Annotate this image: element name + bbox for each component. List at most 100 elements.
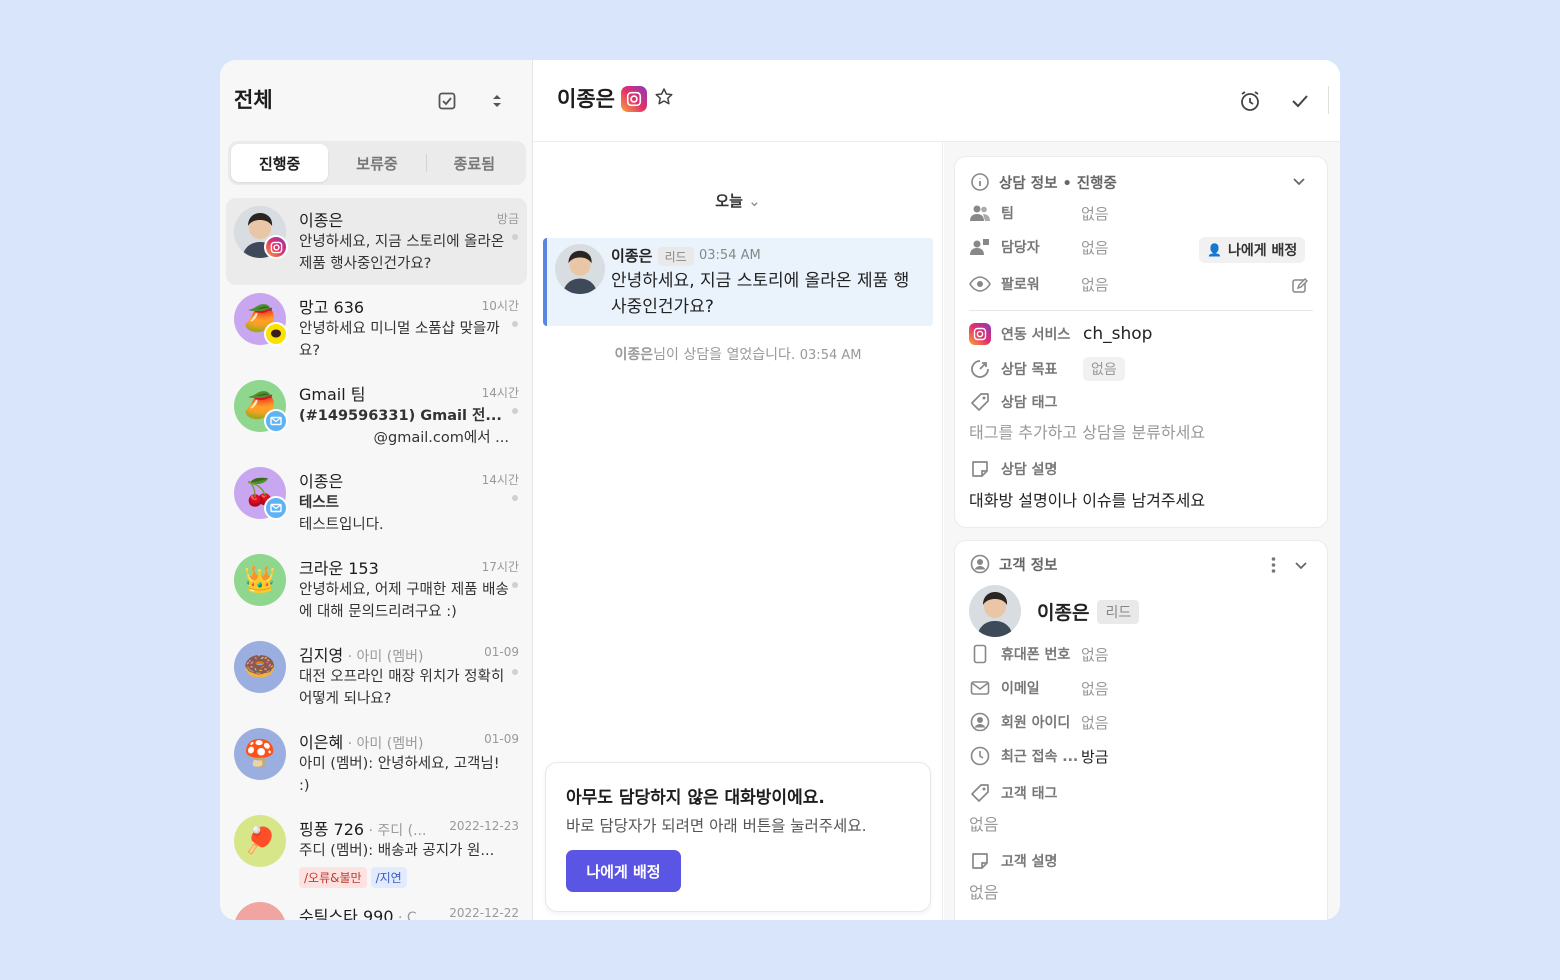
item-name: 수틱스타 990 · C... [299,903,430,920]
item-time: 2022-12-22 [449,906,519,920]
phone-value[interactable]: 없음 [1081,644,1109,665]
list-item[interactable]: 👑 크라운 153 17시간 안녕하세요, 어제 구매한 제품 배송에 대해 문… [226,546,527,633]
assignee-label: 담당자 [1001,240,1040,256]
divider [969,310,1313,311]
chat-header: 이종은 [533,60,1340,142]
instagram-icon [264,235,288,259]
customer-info-card: 고객 정보 이종은 리드 휴대폰 번호 없음 이메일 없음 회원 아이디 없음 … [954,540,1328,920]
email-icon [264,409,288,433]
system-time: 03:54 AM [799,348,862,363]
assignee-value[interactable]: 없음 [1081,237,1109,258]
date-divider[interactable]: 오늘 ⌄ [533,190,943,211]
alarm-icon[interactable] [1235,86,1265,116]
list-item[interactable]: 🍒 이종은 14시간 테스트 테스트입니다. [226,459,527,546]
card-title: 상담 정보 • 진행중 [999,175,1117,192]
item-snippet: @gmail.com에서 ... [373,430,509,446]
customer-desc-value[interactable]: 없음 [969,879,998,903]
item-assignee: · C... [393,910,430,920]
tab-on-hold[interactable]: 보류중 [328,144,425,182]
item-name-text: 김지영 [299,646,344,665]
item-name-text: 수틱스타 990 [299,907,394,920]
item-subject: 테스트 [299,495,340,511]
mail-icon [969,677,991,699]
item-preview: 안녕하세요 미니멀 소품샵 맞을까요? [299,321,500,359]
tag-chip[interactable]: /오류&불만 [299,867,367,888]
list-item[interactable]: 🍄 이은혜 · 아미 (멤버) 01-09 아미 (멤버): 안녕하세요, 고객… [226,720,527,807]
avatar [969,585,1021,637]
role-badge: 리드 [657,247,694,266]
item-name: 망고 636 [299,298,365,317]
customer-name-row: 이종은 리드 [1037,598,1140,625]
eye-icon [969,273,991,295]
email-value[interactable]: 없음 [1081,678,1109,699]
tag-input[interactable]: 태그를 추가하고 상담을 분류하세요 [969,419,1205,443]
assign-me-chip[interactable]: 👤 나에게 배정 [1199,237,1306,263]
list-item[interactable]: 🍩 김지영 · 아미 (멤버) 01-09 대전 오프라인 매장 위치가 정확히… [226,633,527,720]
note-icon [969,850,991,872]
chat-title: 이종은 [557,87,615,111]
kakao-icon [264,322,288,346]
date-label: 오늘 [715,192,743,210]
unread-dot [512,321,518,327]
service-value: ch_shop [1083,324,1153,344]
select-checkbox-icon[interactable] [434,88,460,114]
goal-icon [969,358,991,380]
team-row: 팀 없음 [969,202,1109,224]
follower-value[interactable]: 없음 [1081,274,1109,295]
detail-panel: 상담 정보 • 진행중 팀 없음 담당자 없음 👤 나에게 배정 팔로워 없음 [944,142,1340,920]
item-preview: 대전 오프라인 매장 위치가 정확히 어떻게 되나요? [299,669,505,707]
item-time: 17시간 [481,560,519,574]
sort-icon[interactable] [484,88,510,114]
item-name: 이은혜 · 아미 (멤버) [299,729,423,753]
assignee-row: 담당자 없음 [969,236,1109,258]
unread-dot [512,582,518,588]
chevron-down-icon[interactable] [1287,169,1311,193]
item-time: 01-09 [484,732,519,746]
list-item[interactable]: 수틱스타 990 · C... 2022-12-22 [226,894,527,920]
system-text: 님이 상담을 열었습니다. [653,347,796,363]
desc-label: 상담 설명 [1001,462,1058,478]
chevron-down-icon[interactable] [1289,553,1313,577]
item-time: 01-09 [484,645,519,659]
assign-me-label: 나에게 배정 [1227,243,1298,259]
team-label: 팀 [1001,206,1014,222]
list-item[interactable]: 이종은 방금 안녕하세요, 지금 스토리에 올라온 제품 행사중인건가요? [226,198,527,285]
desc-input[interactable]: 대화방 설명이나 이슈를 남겨주세요 [969,487,1205,511]
list-item[interactable]: 🥭 Gmail 팀 14시간 (#149596331) Gmail 전... @… [226,372,527,459]
instagram-icon [969,323,991,345]
tab-closed[interactable]: 종료됨 [425,144,523,182]
message-time: 03:54 AM [699,248,761,263]
unread-dot [512,234,518,240]
message-bubble: 이종은 리드 03:54 AM 안녕하세요, 지금 스토리에 올라온 제품 행사… [543,238,933,326]
item-preview: 테스트 테스트입니다. [299,492,509,536]
desc-row: 상담 설명 [969,458,1081,480]
list-item[interactable]: 🥭 망고 636 10시간 안녕하세요 미니멀 소품샵 맞을까요? [226,285,527,372]
star-icon[interactable] [651,84,677,110]
tag-chip[interactable]: /지연 [370,867,407,888]
item-name: 크라운 153 [299,559,379,578]
team-value[interactable]: 없음 [1081,203,1109,224]
avatar: 👑 [234,554,286,606]
service-row: 연동 서비스 ch_shop [969,323,1152,345]
item-assignee: · 아미 (멤버) [343,649,424,665]
system-message: 이종은님이 상담을 열었습니다. 03:54 AM [533,344,943,364]
tag-icon [969,782,991,804]
tab-in-progress[interactable]: 진행중 [231,144,329,182]
item-time: 14시간 [481,386,519,400]
member-value[interactable]: 없음 [1081,712,1109,733]
customer-name: 이종은 [1037,602,1090,624]
tag-label: 상담 태그 [1001,395,1058,411]
more-icon[interactable] [1263,553,1283,577]
customer-tag-value[interactable]: 없음 [969,811,998,835]
avatar: 🏓 [234,815,286,867]
chevron-down-icon: ⌄ [748,192,761,210]
check-icon[interactable] [1285,86,1315,116]
item-name-text: 이은혜 [299,733,344,752]
item-assignee: · 아미 (멤버) [343,736,424,752]
list-item[interactable]: 🏓 핑퐁 726 · 주디 (... 2022-12-23 주디 (멤버): 배… [226,807,527,894]
user-circle-icon [969,711,991,733]
edit-icon[interactable] [1289,275,1311,297]
goal-value[interactable]: 없음 [1083,357,1125,381]
assign-me-button[interactable]: 나에게 배정 [566,850,681,892]
item-snippet: 테스트입니다. [299,517,384,533]
